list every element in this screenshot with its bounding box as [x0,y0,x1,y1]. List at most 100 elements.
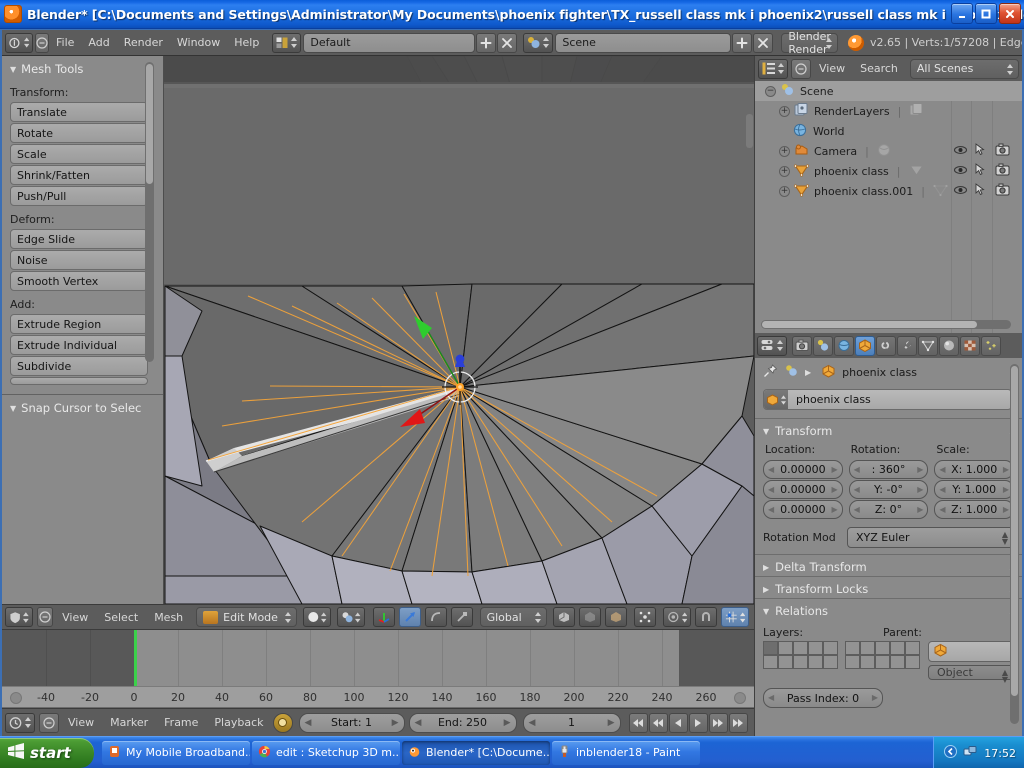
restrict-select-toggle[interactable] [974,183,987,199]
translate-manipulator-button[interactable] [399,607,421,627]
tool-noise[interactable]: Noise [10,250,148,270]
breadcrumb-scene-icon[interactable] [784,364,799,381]
taskbar-item-broadband[interactable]: My Mobile Broadband... [102,741,250,765]
rotation-y-field[interactable]: ◀Y: -0°▶ [849,480,929,499]
jump-next-keyframe-button[interactable] [709,713,728,733]
rotation-z-field[interactable]: ◀Z: 0°▶ [849,500,929,519]
tl-menu-frame[interactable]: Frame [157,714,205,731]
tool-scale[interactable]: Scale [10,144,148,164]
ol-menu-view[interactable]: View [812,60,852,77]
jump-to-end-button[interactable] [729,713,748,733]
tool-extrude-region[interactable]: Extrude Region [10,314,148,334]
layer-mode-3-button[interactable] [605,607,627,627]
start-frame-field[interactable]: ◀ Start: 1 ▶ [299,713,405,733]
tool-smooth-vertex[interactable]: Smooth Vertex [10,271,148,291]
tool-translate[interactable]: Translate [10,102,148,122]
jump-prev-keyframe-button[interactable] [649,713,668,733]
delete-scene-button[interactable] [753,33,773,53]
editor-type-info-icon[interactable] [5,33,33,53]
pivot-point-dropdown[interactable] [337,607,365,627]
end-frame-field[interactable]: ◀ End: 250 ▶ [409,713,517,733]
location-y-field[interactable]: ◀0.00000▶ [763,480,843,499]
tool-rotate[interactable]: Rotate [10,123,148,143]
collapse-menu-button[interactable] [791,59,811,79]
menu-help[interactable]: Help [227,34,266,51]
tab-modifiers[interactable] [897,336,917,356]
tool-subdivide[interactable]: Subdivide [10,356,148,376]
tool-clipped[interactable] [10,377,148,385]
scale-x-field[interactable]: ◀X: 1.000▶ [934,460,1014,479]
expand-toggle-icon[interactable]: + [779,186,790,197]
restrict-render-toggle[interactable] [995,143,1010,159]
pass-index-field[interactable]: ◀ Pass Index: 0 ▶ [763,688,883,708]
timeline-track[interactable] [2,630,754,686]
current-frame-field[interactable]: ◀ 1 ▶ [523,713,621,733]
editor-type-view3d-icon[interactable] [5,607,33,627]
snap-magnet-button[interactable] [695,607,717,627]
outliner-display-mode-dropdown[interactable]: All Scenes [910,59,1019,79]
play-reverse-button[interactable] [669,713,688,733]
start-button[interactable]: start [0,738,94,768]
layers-group-2[interactable] [845,641,920,680]
scene-name-field[interactable]: Scene [555,33,731,53]
collapse-menu-button[interactable] [35,33,49,53]
auto-keyframe-button[interactable] [273,713,293,733]
taskbar-item-blender[interactable]: Blender* [C:\Docume... [402,741,550,765]
outliner-row-scene[interactable]: − Scene [755,81,1022,101]
tab-scene[interactable] [813,336,833,356]
delete-screen-layout-button[interactable] [497,33,517,53]
scale-z-field[interactable]: ◀Z: 1.000▶ [934,500,1014,519]
tab-texture[interactable] [960,336,980,356]
tray-expand-chevron-icon[interactable] [944,745,957,761]
add-screen-layout-button[interactable] [476,33,496,53]
menu-file[interactable]: File [49,34,81,51]
tab-object-data[interactable] [918,336,938,356]
collapse-menu-button[interactable] [37,607,53,627]
restrict-view-toggle[interactable] [953,184,968,199]
outliner-row-phoenix-class-001[interactable]: + phoenix class.001 | [755,181,1022,201]
taskbar-item-paint[interactable]: inblender18 - Paint [552,741,700,765]
screen-layout-icon[interactable] [272,33,301,53]
v3d-menu-view[interactable]: View [55,609,95,626]
location-x-field[interactable]: ◀0.00000▶ [763,460,843,479]
limit-selection-visible-button[interactable] [634,607,656,627]
transform-panel-header[interactable]: ▼ Transform [755,418,1022,440]
relations-panel-header[interactable]: ▼ Relations [755,598,1022,620]
toolshelf-scrollbar[interactable] [145,62,154,362]
menu-render[interactable]: Render [117,34,170,51]
tab-particles[interactable] [981,336,1001,356]
expand-toggle-icon[interactable]: + [779,146,790,157]
restrict-render-toggle[interactable] [995,183,1010,199]
outliner-row-world[interactable]: World [755,121,1022,141]
restrict-select-toggle[interactable] [974,143,987,159]
tool-edge-slide[interactable]: Edge Slide [10,229,148,249]
viewport-shading-dropdown[interactable] [303,607,331,627]
expand-toggle-icon[interactable]: + [779,166,790,177]
restrict-render-toggle[interactable] [995,163,1010,179]
object-name-field[interactable]: phoenix class [763,389,1012,410]
transform-locks-panel-header[interactable]: ▶ Transform Locks [755,576,1022,598]
rotate-manipulator-button[interactable] [425,607,447,627]
tool-shrink-fatten[interactable]: Shrink/Fatten [10,165,148,185]
outliner-horizontal-scrollbar[interactable] [761,320,1011,329]
timeline-scroll-right-handle[interactable] [734,692,746,704]
layer-mode-2-button[interactable] [579,607,601,627]
ol-menu-search[interactable]: Search [853,60,905,77]
editor-type-timeline-icon[interactable] [5,713,35,733]
rotation-x-field[interactable]: ◀: 360°▶ [849,460,929,479]
tab-constraints[interactable] [876,336,896,356]
layer-mode-1-button[interactable] [553,607,575,627]
mode-dropdown[interactable]: Edit Mode [196,607,296,627]
transform-orientation-dropdown[interactable]: Global [480,607,547,627]
tab-world[interactable] [834,336,854,356]
play-button[interactable] [689,713,708,733]
pin-icon[interactable] [763,364,778,381]
tool-push-pull[interactable]: Push/Pull [10,186,148,206]
outliner-row-camera[interactable]: + Camera | [755,141,1022,161]
properties-scrollbar[interactable] [1010,364,1019,724]
proportional-edit-dropdown[interactable] [663,607,691,627]
scene-browse-icon[interactable] [523,33,553,53]
outliner-row-phoenix-class[interactable]: + phoenix class | [755,161,1022,181]
scale-y-field[interactable]: ◀Y: 1.000▶ [934,480,1014,499]
editor-type-properties-icon[interactable] [757,336,787,356]
